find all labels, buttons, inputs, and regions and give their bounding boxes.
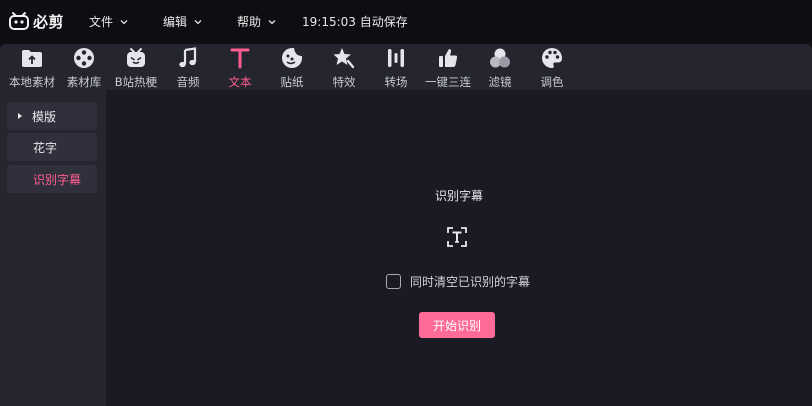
app-name: 必剪	[33, 12, 65, 31]
bilibili-tv-icon	[9, 12, 29, 30]
chevron-down-icon	[194, 19, 202, 24]
start-recognition-button[interactable]: 开始识别	[419, 312, 495, 338]
tool-label: 滤镜	[488, 75, 512, 89]
sidebar-item-fancy-text[interactable]: 花字	[7, 133, 97, 161]
tool-text[interactable]: 文本	[214, 46, 266, 90]
filter-circles-icon	[490, 48, 510, 68]
folder-upload-icon	[22, 50, 42, 67]
tool-label: 文本	[228, 75, 252, 89]
menu-edit-label: 编辑	[163, 15, 188, 29]
menu-file[interactable]: 文件	[89, 13, 129, 30]
sticker-face-icon	[282, 48, 302, 68]
clear-recognized-checkbox[interactable]	[386, 274, 401, 289]
chevron-down-icon	[268, 19, 276, 24]
clear-recognized-option[interactable]: 同时清空已识别的字幕	[386, 273, 530, 290]
autosave-status: 19:15:03 自动保存	[302, 15, 408, 29]
subtitle-recognition-panel: 识别字幕 同时清空已识别的字幕 开始识别	[106, 90, 812, 406]
tool-asset-library[interactable]: 素材库	[58, 46, 110, 90]
asset-toolbar: 本地素材 素材库 B站热梗 音频 文本 贴纸 特效 转场 一键三连 滤镜 调色	[0, 44, 812, 90]
tool-effects[interactable]: 特效	[318, 46, 370, 90]
panel-title: 识别字幕	[434, 189, 483, 203]
tool-color-grading[interactable]: 调色	[526, 46, 578, 90]
music-note-icon	[179, 47, 197, 68]
caret-right-icon	[18, 113, 22, 119]
tool-bilibili-memes[interactable]: B站热梗	[110, 46, 162, 90]
transition-bars-icon	[388, 49, 404, 67]
film-reel-icon	[74, 48, 94, 68]
tool-label: 一键三连	[425, 75, 471, 89]
tool-label: 调色	[540, 75, 564, 89]
tv-mascot-icon	[127, 48, 145, 67]
menu-help[interactable]: 帮助	[237, 13, 277, 30]
sidebar-item-recognize-subtitles[interactable]: 识别字幕	[7, 165, 97, 193]
tool-label: B站热梗	[114, 75, 158, 89]
text-category-sidebar: 模版 花字 识别字幕	[0, 90, 106, 406]
tool-label: 本地素材	[9, 75, 55, 89]
tool-filters[interactable]: 滤镜	[474, 46, 526, 90]
tool-label: 转场	[384, 75, 408, 89]
menu-help-label: 帮助	[237, 15, 262, 29]
tool-label: 特效	[332, 75, 356, 89]
menu-file-label: 文件	[89, 15, 114, 29]
text-recognition-icon	[447, 227, 467, 247]
palette-icon	[542, 48, 562, 68]
chevron-down-icon	[120, 19, 128, 24]
tool-stickers[interactable]: 贴纸	[266, 46, 318, 90]
tool-triple-combo[interactable]: 一键三连	[422, 46, 474, 90]
tool-label: 音频	[176, 75, 200, 89]
sidebar-item-label: 识别字幕	[33, 172, 82, 187]
tool-local-assets[interactable]: 本地素材	[6, 46, 58, 90]
sparkle-star-icon	[333, 48, 355, 69]
app-logo: 必剪	[8, 11, 70, 32]
top-menu-bar: 必剪 文件 编辑 帮助 19:15:03 自动保存	[0, 0, 812, 42]
sidebar-item-templates[interactable]: 模版	[7, 102, 97, 130]
menu-edit[interactable]: 编辑	[163, 13, 203, 30]
sidebar-item-label: 模版	[32, 109, 57, 124]
sidebar-item-label: 花字	[33, 140, 58, 155]
clear-recognized-label: 同时清空已识别的字幕	[410, 275, 531, 289]
text-t-icon	[230, 48, 250, 69]
tool-transitions[interactable]: 转场	[370, 46, 422, 90]
tool-label: 贴纸	[280, 75, 304, 89]
tool-audio[interactable]: 音频	[162, 46, 214, 90]
thumbs-up-icon	[439, 49, 458, 67]
tool-label: 素材库	[66, 75, 102, 89]
